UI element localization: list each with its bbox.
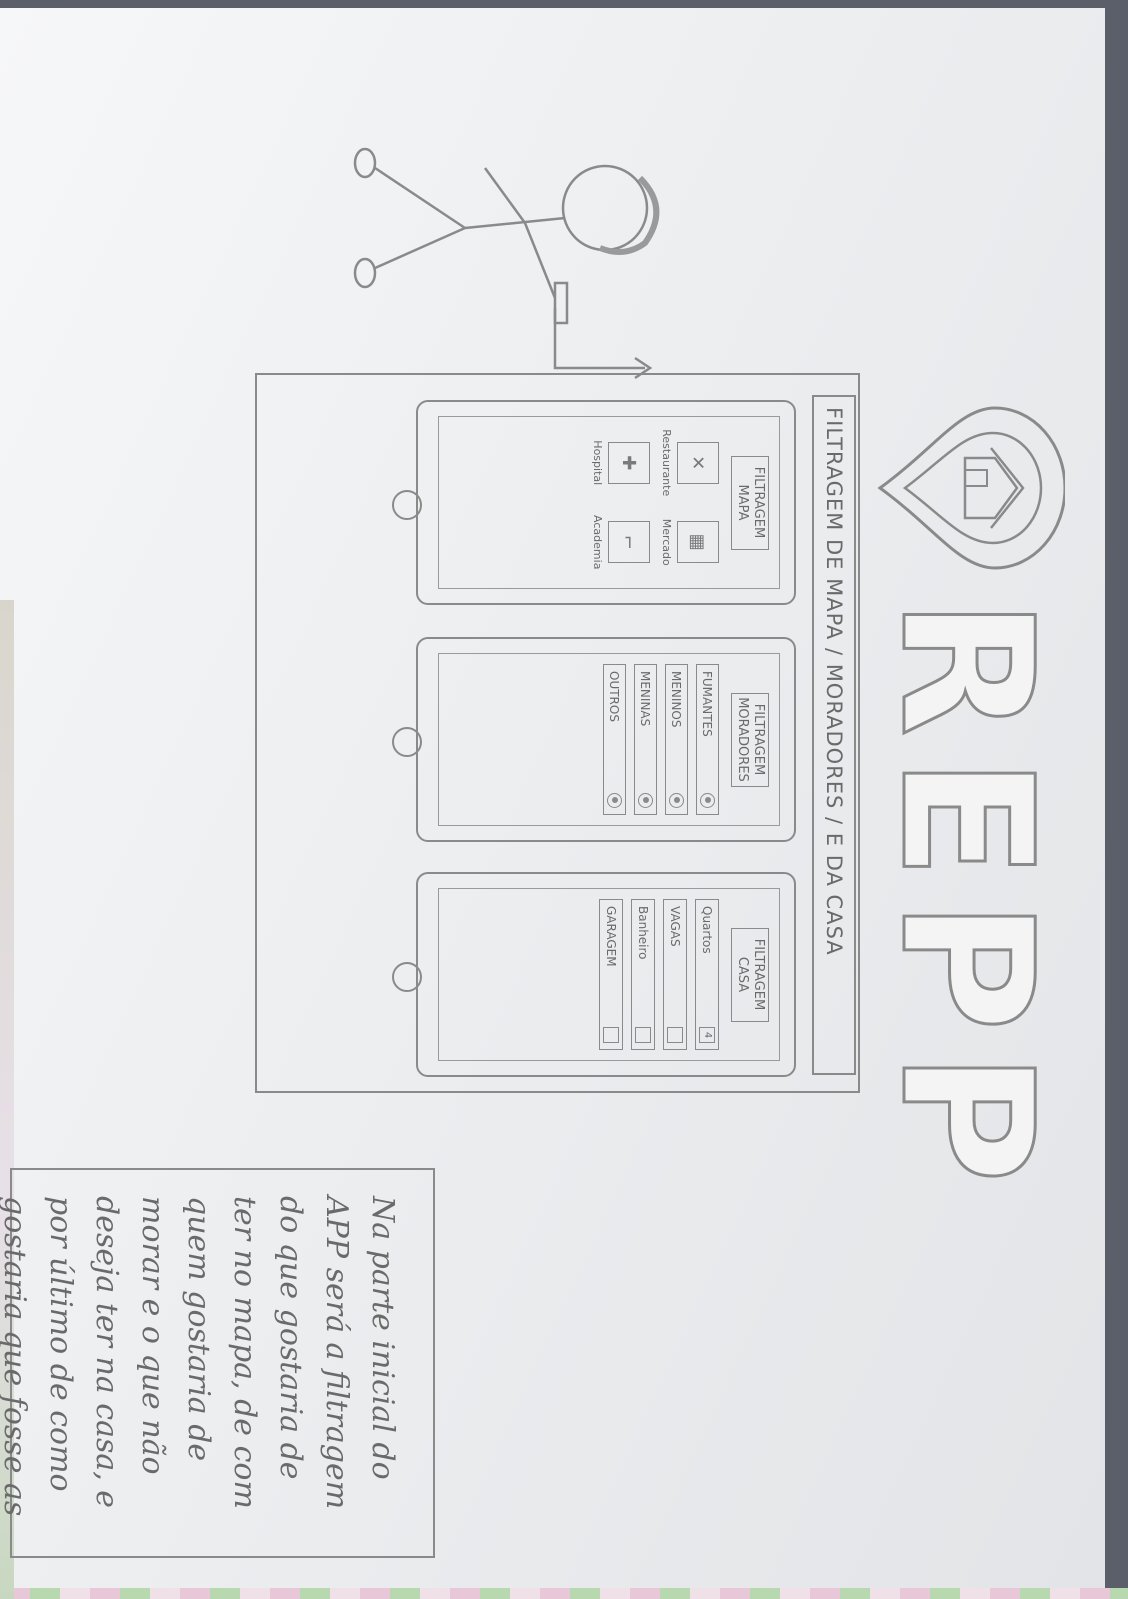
option-label: FUMANTES — [700, 671, 715, 737]
home-button[interactable] — [392, 726, 422, 757]
option-label: MENINOS — [669, 671, 684, 728]
gym-label: Academia — [591, 515, 604, 570]
gym-filter[interactable]: ⌐ Academia — [591, 507, 650, 579]
checkbox[interactable] — [667, 1027, 683, 1043]
checkbox[interactable] — [635, 1027, 651, 1043]
map-pin-house-icon — [877, 406, 1065, 570]
logo-wordmark: REPP — [860, 597, 1072, 1205]
option-label: OUTROS — [607, 671, 622, 722]
option-garage[interactable]: GARAGEM — [599, 899, 623, 1050]
dumbbell-icon: ⌐ — [608, 521, 650, 564]
phone-house-filter: FILTRAGEM CASA Quartos 4 VAGAS Banheiro … — [392, 872, 796, 1077]
market-filter[interactable]: ▦ Mercado — [660, 507, 719, 579]
option-label: Quartos — [700, 906, 714, 954]
option-others[interactable]: OUTROS — [603, 664, 626, 815]
cross-icon: ✚ — [608, 441, 650, 484]
rooms-count-box[interactable]: 4 — [699, 1027, 715, 1043]
filter-screens-frame: FILTRAGEM DE MAPA / MORADORES / E DA CAS… — [255, 373, 860, 1093]
screen-residents-filter: FILTRAGEM MORADORES FUMANTES MENINOS MEN… — [438, 653, 780, 826]
toggle-icon[interactable] — [669, 793, 684, 808]
toggle-icon[interactable] — [638, 793, 653, 808]
option-smokers[interactable]: FUMANTES — [696, 664, 719, 815]
option-label: GARAGEM — [604, 906, 618, 967]
market-label: Mercado — [660, 518, 673, 566]
hospital-filter[interactable]: ✚ Hospital — [591, 427, 650, 499]
option-label: Banheiro — [636, 906, 650, 960]
option-label: VAGAS — [668, 906, 682, 947]
repp-logo: REPP — [845, 388, 1085, 1205]
description-note: Na parte inicial do APP será a filtragem… — [0, 1168, 435, 1558]
fabric-background — [0, 1588, 1128, 1599]
option-girls[interactable]: MENINAS — [634, 664, 657, 815]
house-filter-title: FILTRAGEM CASA — [731, 927, 769, 1022]
map-filter-title: FILTRAGEM MAPA — [731, 455, 769, 550]
sketch-canvas: REPP FILTRAGEM DE MAPA / MORADORES / E D… — [0, 8, 1105, 1588]
hospital-label: Hospital — [591, 440, 604, 486]
option-parking-spots[interactable]: VAGAS — [663, 899, 687, 1050]
screen-house-filter: FILTRAGEM CASA Quartos 4 VAGAS Banheiro … — [438, 888, 780, 1061]
home-button[interactable] — [392, 489, 422, 520]
cart-icon: ▦ — [677, 521, 719, 564]
option-label: MENINAS — [638, 671, 653, 727]
filter-section-banner: FILTRAGEM DE MAPA / MORADORES / E DA CAS… — [812, 395, 856, 1075]
checkbox[interactable] — [603, 1027, 619, 1043]
option-bathroom[interactable]: Banheiro — [631, 899, 655, 1050]
residents-filter-title: FILTRAGEM MORADORES — [731, 692, 769, 787]
toggle-icon[interactable] — [700, 793, 715, 808]
option-rooms[interactable]: Quartos 4 — [695, 899, 719, 1050]
option-boys[interactable]: MENINOS — [665, 664, 688, 815]
home-button[interactable] — [392, 961, 422, 992]
screen-map-filter: FILTRAGEM MAPA ✕ Restaurante ▦ Mercado ✚… — [438, 416, 780, 589]
restaurant-filter[interactable]: ✕ Restaurante — [660, 427, 719, 499]
person-drawing — [353, 147, 660, 380]
restaurant-label: Restaurante — [660, 429, 673, 497]
phone-map-filter: FILTRAGEM MAPA ✕ Restaurante ▦ Mercado ✚… — [392, 400, 796, 605]
cutlery-icon: ✕ — [677, 441, 719, 484]
phone-residents-filter: FILTRAGEM MORADORES FUMANTES MENINOS MEN… — [392, 637, 796, 842]
toggle-icon[interactable] — [607, 793, 622, 808]
